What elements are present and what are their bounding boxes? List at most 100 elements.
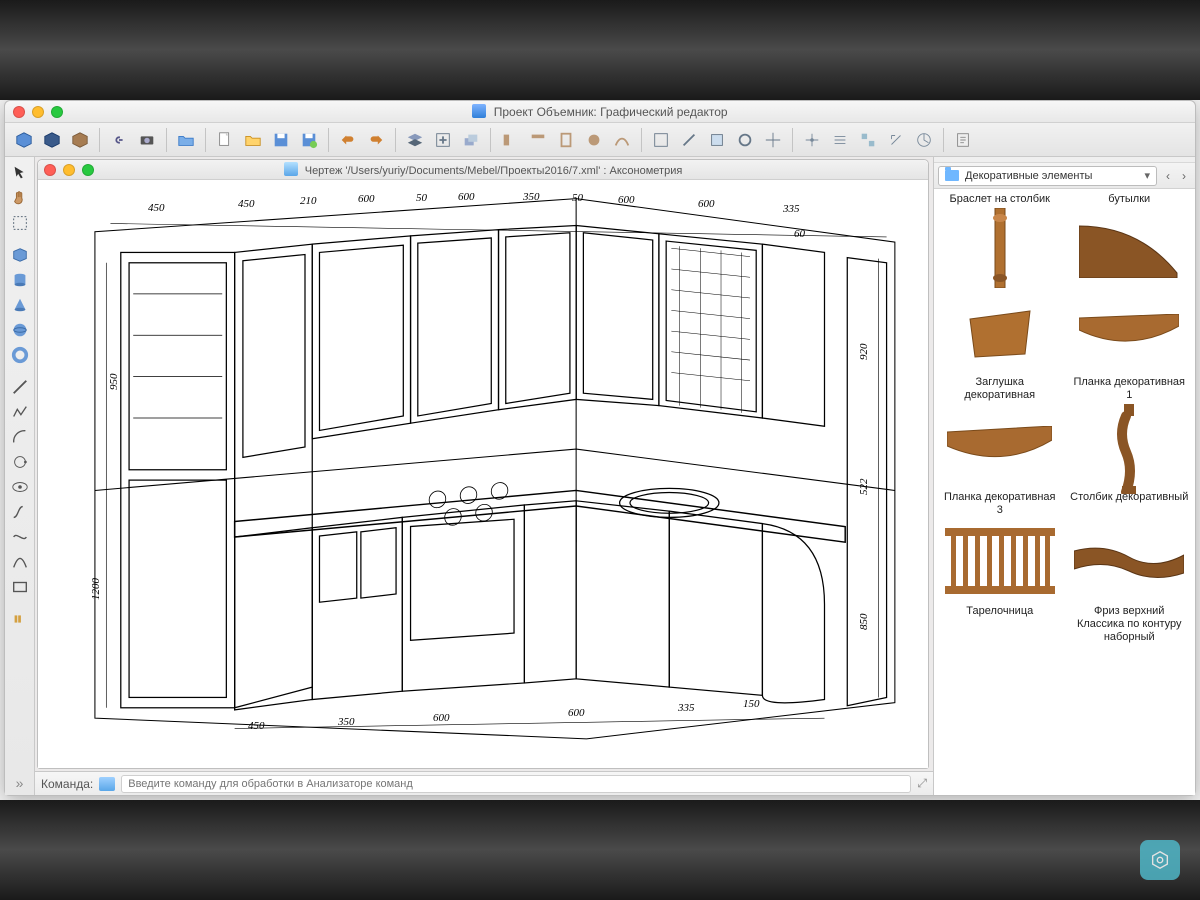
doc-close-button[interactable]	[44, 164, 56, 176]
drawing-canvas[interactable]: 450 450 210 600 50 600 350 50 600 600 33…	[38, 180, 928, 768]
tb-opt-3-icon[interactable]	[855, 127, 881, 153]
vt-sphere-icon[interactable]	[8, 318, 32, 342]
dim-left-1: 950	[108, 374, 120, 391]
document-window: Чертеж '/Users/yuriy/Documents/Mebel/Про…	[37, 159, 929, 769]
close-button[interactable]	[13, 106, 25, 118]
vt-cylinder-icon[interactable]	[8, 268, 32, 292]
vt-orbit-icon[interactable]	[8, 450, 32, 474]
library-item[interactable]: Столбик декоративный	[1070, 409, 1190, 517]
command-input[interactable]	[121, 775, 911, 793]
dim-bot-3: 600	[568, 707, 585, 719]
tb-opt-4-icon[interactable]	[883, 127, 909, 153]
vt-collapse-icon[interactable]: »	[8, 771, 32, 795]
dim-top-8: 600	[618, 194, 635, 206]
tb-opt-5-icon[interactable]	[911, 127, 937, 153]
tb-tool-4-icon[interactable]	[732, 127, 758, 153]
library-header: Декоративные элементы ▾ ‹ ›	[934, 163, 1195, 189]
tb-obj-e-icon[interactable]	[609, 127, 635, 153]
tb-obj-c-icon[interactable]	[553, 127, 579, 153]
library-thumb-bracket	[1074, 208, 1184, 288]
tb-sep	[99, 128, 100, 152]
dropdown-icon: ▾	[1144, 169, 1150, 182]
vt-torus-icon[interactable]	[8, 343, 32, 367]
vt-cube-icon[interactable]	[8, 243, 32, 267]
vt-cone-icon[interactable]	[8, 293, 32, 317]
tb-tool-3-icon[interactable]	[704, 127, 730, 153]
tb-sep	[205, 128, 206, 152]
vt-polyline-icon[interactable]	[8, 400, 32, 424]
tb-new-doc-icon[interactable]	[212, 127, 238, 153]
tb-cube-blue[interactable]	[11, 127, 37, 153]
tb-undo-icon[interactable]	[335, 127, 361, 153]
dim-top-0: 450	[148, 202, 165, 214]
tb-open-icon[interactable]	[240, 127, 266, 153]
vt-select-rect-icon[interactable]	[8, 211, 32, 235]
vt-hand-icon[interactable]	[8, 186, 32, 210]
tb-tool-5-icon[interactable]	[760, 127, 786, 153]
window-title: Проект Объемник: Графический редактор	[69, 104, 1131, 119]
command-scroll-icon[interactable]: ⤢	[917, 776, 927, 791]
library-item[interactable]: Фриз верхний Классика по контуру наборны…	[1070, 523, 1190, 645]
tb-sep	[792, 128, 793, 152]
tb-save-as-icon[interactable]	[296, 127, 322, 153]
dim-top-10: 335	[783, 203, 800, 215]
tb-layer-add-icon[interactable]	[430, 127, 456, 153]
minimize-button[interactable]	[32, 106, 44, 118]
tb-tool-2-icon[interactable]	[676, 127, 702, 153]
library-item[interactable]: бутылки	[1070, 193, 1190, 288]
vt-spline-icon[interactable]	[8, 525, 32, 549]
chat-icon	[1149, 849, 1171, 871]
tb-cube-brown[interactable]	[67, 127, 93, 153]
library-item-label: Фриз верхний Классика по контуру наборны…	[1070, 605, 1190, 645]
vt-cursor-icon[interactable]	[8, 161, 32, 185]
tb-layers-icon[interactable]	[402, 127, 428, 153]
vt-eye-icon[interactable]	[8, 475, 32, 499]
dim-bot-4: 335	[678, 702, 695, 714]
tb-sep	[166, 128, 167, 152]
dim-top-3: 600	[358, 193, 375, 205]
tb-opt-2-icon[interactable]	[827, 127, 853, 153]
library-folder-select[interactable]: Декоративные элементы ▾	[938, 166, 1157, 186]
main-window: Проект Объемник: Графический редактор	[4, 100, 1196, 796]
chat-widget[interactable]	[1140, 840, 1180, 880]
doc-minimize-button[interactable]	[63, 164, 75, 176]
tb-opt-1-icon[interactable]	[799, 127, 825, 153]
dim-right-2: 850	[858, 614, 870, 631]
tb-obj-d-icon[interactable]	[581, 127, 607, 153]
tb-folder-open-icon[interactable]	[173, 127, 199, 153]
library-item[interactable]: Планка декоративная 1	[1070, 294, 1190, 402]
vt-more-icon[interactable]	[8, 607, 32, 631]
library-item[interactable]: Заглушка декоративная	[940, 294, 1060, 402]
tb-obj-b-icon[interactable]	[525, 127, 551, 153]
tb-redo-icon[interactable]	[363, 127, 389, 153]
command-bar: Команда: ⤢	[35, 771, 933, 795]
command-flag-icon	[99, 777, 115, 791]
zoom-button[interactable]	[51, 106, 63, 118]
vt-curve-icon[interactable]	[8, 550, 32, 574]
doc-traffic-lights	[44, 164, 94, 176]
library-item[interactable]: Планка декоративная 3	[940, 409, 1060, 517]
dim-bot-1: 350	[338, 716, 355, 728]
doc-zoom-button[interactable]	[82, 164, 94, 176]
library-item[interactable]: Браслет на столбик	[940, 193, 1060, 288]
tb-cube-dark[interactable]	[39, 127, 65, 153]
library-item[interactable]: Тарелочница	[940, 523, 1060, 645]
tb-sep	[641, 128, 642, 152]
tb-camera-icon[interactable]	[134, 127, 160, 153]
tb-link-icon[interactable]	[106, 127, 132, 153]
vt-line-icon[interactable]	[8, 375, 32, 399]
library-back-icon[interactable]: ‹	[1161, 169, 1175, 183]
tb-export-icon[interactable]	[950, 127, 976, 153]
tb-tool-1-icon[interactable]	[648, 127, 674, 153]
tb-save-icon[interactable]	[268, 127, 294, 153]
library-folder-label: Декоративные элементы	[965, 170, 1092, 182]
vt-path-icon[interactable]	[8, 500, 32, 524]
tb-layer-group-icon[interactable]	[458, 127, 484, 153]
dim-top-9: 600	[698, 198, 715, 210]
vt-arc-icon[interactable]	[8, 425, 32, 449]
letterbox-top	[0, 0, 1200, 100]
library-fwd-icon[interactable]: ›	[1177, 169, 1191, 183]
content-area: » Чертеж '/Users/yuriy/Documents/Mebel/П…	[5, 157, 1195, 795]
tb-obj-a-icon[interactable]	[497, 127, 523, 153]
vt-rect-icon[interactable]	[8, 575, 32, 599]
